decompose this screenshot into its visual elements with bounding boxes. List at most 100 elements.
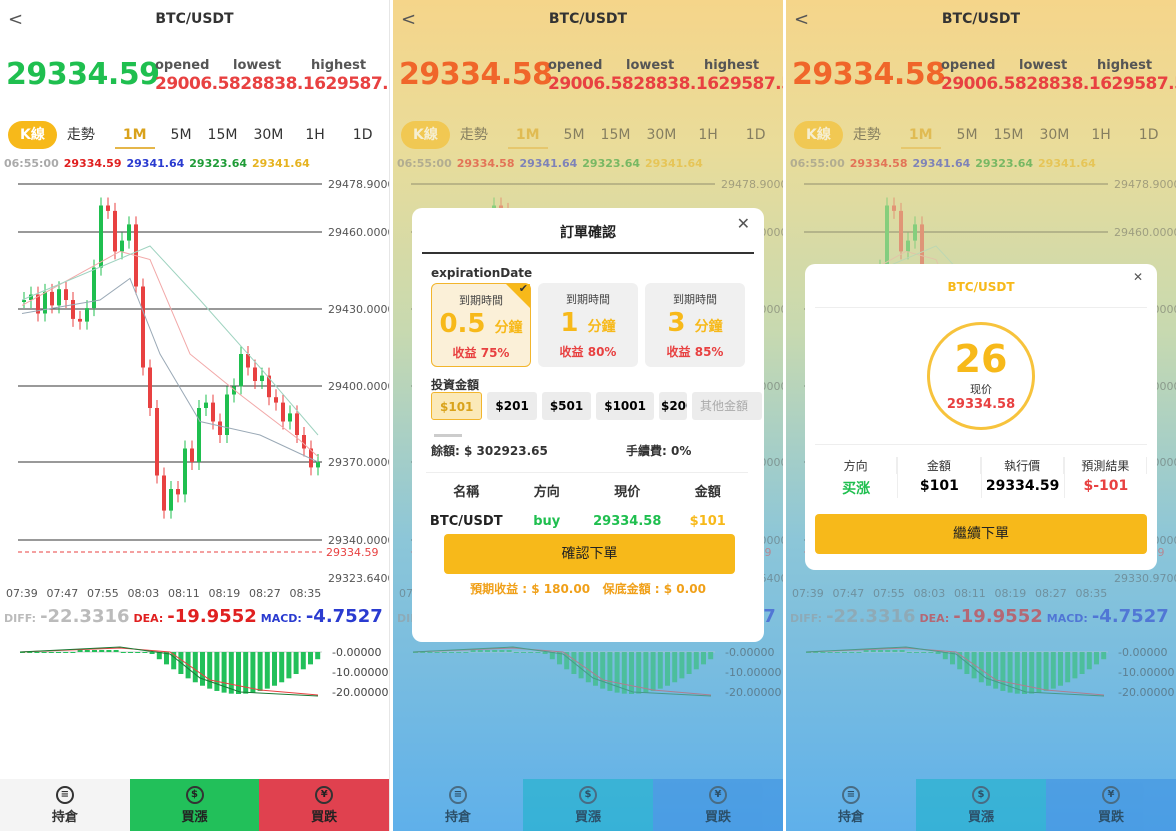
buy-down-button[interactable]: ¥ 買跌 [653, 779, 783, 831]
confirm-order-button[interactable]: 確認下單 [444, 534, 735, 574]
hold-button[interactable]: ≡ 持倉 [0, 779, 130, 831]
exec-price-value: 29334.59 [985, 478, 1060, 494]
tab-1h[interactable]: 1H [297, 121, 332, 149]
buy-down-label: 買跌 [311, 809, 338, 825]
macd-tick-label: -0.00000 [1118, 646, 1167, 659]
close-icon[interactable]: ✕ [1133, 270, 1143, 284]
tab-5m[interactable]: 5M [556, 121, 593, 149]
ohlc-high: 29341.64 [126, 157, 185, 170]
tab-kline[interactable]: K線 [8, 121, 57, 149]
expiration-option-3[interactable]: 到期時間 3 分鐘 收益 85% [645, 283, 745, 367]
hold-button[interactable]: ≡ 持倉 [786, 779, 916, 831]
tab-15m[interactable]: 15M [986, 121, 1032, 149]
tab-trend[interactable]: 走勢 [452, 121, 496, 149]
coin-icon: $ [579, 785, 597, 804]
yen-icon: ¥ [315, 785, 334, 804]
diff-label: DIFF: [4, 612, 37, 625]
candle-body [253, 367, 257, 381]
buy-up-button[interactable]: $ 買漲 [129, 779, 260, 831]
macd-bar [686, 652, 692, 674]
tab-5m[interactable]: 5M [163, 121, 200, 149]
macd-bar [650, 652, 656, 691]
expiration-option-1[interactable]: 到期時間 1 分鐘 收益 80% [538, 283, 638, 367]
macd-bar [63, 652, 69, 653]
ohlc-time: 06:55:00 [4, 157, 59, 170]
diff-value: -22.3316 [826, 606, 916, 627]
tab-trend[interactable]: 走勢 [845, 121, 889, 149]
lowest-value: 28838.16 [633, 74, 719, 94]
page-title: BTC/USDT [155, 11, 234, 27]
amount-201[interactable]: $201 [487, 392, 537, 420]
macd-bar [434, 652, 440, 653]
candle-body [288, 413, 292, 422]
candle-body [211, 402, 215, 422]
coin-icon: $ [972, 785, 990, 804]
lowest-value: 28838.16 [240, 74, 326, 94]
macd-bar [56, 652, 61, 653]
macd-bar [236, 652, 241, 694]
tab-30m[interactable]: 30M [638, 121, 684, 149]
tab-1m[interactable]: 1M [900, 121, 941, 149]
amount-101[interactable]: $101 [431, 392, 483, 420]
buy-up-button[interactable]: $ 買漲 [916, 779, 1046, 831]
tab-kline[interactable]: K線 [401, 121, 450, 149]
macd-bar [106, 650, 112, 652]
hold-button[interactable]: ≡ 持倉 [393, 779, 523, 831]
macd-bar [300, 652, 306, 670]
amount-other[interactable]: 其他金額 [691, 392, 762, 420]
tab-1m[interactable]: 1M [507, 121, 548, 149]
macd-bar [842, 652, 847, 653]
buy-down-button[interactable]: ¥ 買跌 [259, 779, 389, 831]
candle-body [913, 224, 917, 241]
tab-1m[interactable]: 1M [114, 121, 155, 149]
buy-down-button[interactable]: ¥ 買跌 [1046, 779, 1176, 831]
highest-label: highest [311, 58, 367, 73]
countdown-circle: 26 现价 29334.58 [927, 322, 1035, 430]
dea-value: -19.9552 [167, 606, 257, 627]
tab-15m[interactable]: 15M [593, 121, 639, 149]
tab-1d[interactable]: 1D [1131, 121, 1167, 149]
tab-kline[interactable]: K線 [794, 121, 843, 149]
continue-order-button[interactable]: 繼續下單 [815, 514, 1147, 554]
macd-bar [135, 652, 141, 653]
expiration-option-0-5[interactable]: 到期時間 0.5 分鐘 收益 75% ✔ [431, 282, 531, 367]
amount-2001[interactable]: $200 [658, 392, 687, 420]
tab-1d[interactable]: 1D [345, 121, 381, 149]
col-price: 現价 [614, 485, 641, 500]
tab-15m[interactable]: 15M [200, 121, 246, 149]
candle-body [239, 354, 243, 387]
result-grid: 方向 买涨 金額 $101 執行價 29334.59 預測結果 $-101 [815, 444, 1147, 498]
diff-value: -22.3316 [40, 606, 130, 627]
buy-up-button[interactable]: $ 買漲 [523, 779, 653, 831]
option-return: 收益 85% [666, 345, 724, 359]
option-number: 3 [667, 308, 686, 338]
macd-bar [542, 652, 548, 654]
bottom-bar: ≡ 持倉 $ 買漲 ¥ 買跌 [786, 779, 1176, 831]
close-icon[interactable]: ✕ [737, 214, 750, 233]
amount-1001[interactable]: $1001 [596, 392, 654, 420]
macd-bar [142, 652, 148, 653]
tab-1h[interactable]: 1H [690, 121, 725, 149]
candle-body [127, 224, 131, 241]
expiration-options: 到期時間 0.5 分鐘 收益 75% ✔ 到期時間 1 分鐘 收益 80% 到期… [431, 282, 745, 367]
scroll-indicator[interactable] [434, 434, 462, 437]
now-price-value: 29334.58 [946, 397, 1016, 412]
macd-bar [906, 652, 912, 653]
candlestick-chart[interactable]: 29478.9000 29460.0000 29430.0000 29400.0000… [0, 170, 390, 600]
tab-5m[interactable]: 5M [949, 121, 986, 149]
buy-down-label: 買跌 [1097, 809, 1124, 825]
tab-trend[interactable]: 走勢 [59, 121, 103, 149]
macd-bar [935, 652, 941, 654]
tab-30m[interactable]: 30M [1031, 121, 1077, 149]
candle-body [899, 210, 903, 252]
tab-1h[interactable]: 1H [1083, 121, 1118, 149]
ohlc-time: 06:55:00 [790, 157, 845, 170]
countdown-value: 26 [954, 337, 1008, 381]
tab-1d[interactable]: 1D [738, 121, 774, 149]
macd-bar [834, 652, 840, 653]
macd-bar [643, 652, 649, 693]
amount-501[interactable]: $501 [541, 392, 592, 420]
tab-30m[interactable]: 30M [245, 121, 291, 149]
guaranteed-amount: 保底金額 : $ 0.00 [602, 582, 706, 596]
ohlc-high: 29341.64 [519, 157, 578, 170]
